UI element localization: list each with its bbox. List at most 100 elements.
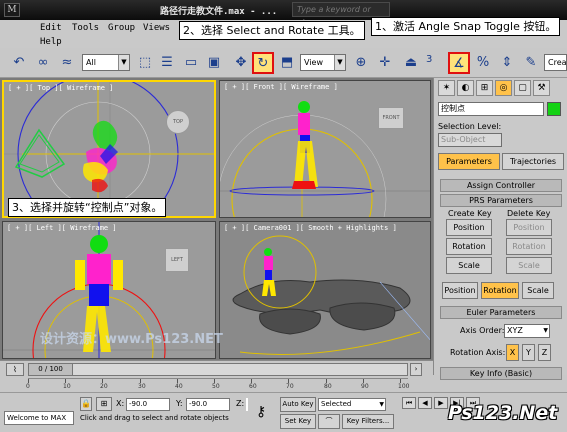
ruler-tick-label: 0 [26, 383, 30, 390]
time-slider[interactable]: 0 / 100 [28, 363, 408, 376]
lock-selection-icon[interactable]: 🔒 [80, 397, 92, 411]
select-by-name-icon[interactable]: ☰ [156, 52, 178, 74]
select-and-move-icon[interactable]: ✥ [230, 52, 252, 74]
x-label: X: [116, 399, 125, 408]
axis-order-dropdown[interactable]: XYZ ▼ [504, 324, 550, 338]
rotation-axis-z-button[interactable]: Z [538, 344, 551, 361]
viewcube-left[interactable]: LEFT [165, 248, 189, 272]
search-input[interactable]: Type a keyword or phrase [292, 2, 390, 27]
key-info-basic-rollout[interactable]: Key Info (Basic) [440, 367, 562, 380]
hierarchy-tab-icon[interactable]: ⊞ [476, 80, 493, 96]
euler-parameters-rollout[interactable]: Euler Parameters [440, 306, 562, 319]
edit-named-selection-icon[interactable]: ✎ [520, 52, 542, 74]
play-icon[interactable]: ▶ [434, 397, 448, 409]
select-and-rotate-icon[interactable]: ↻ [252, 52, 274, 74]
brand-watermark: Ps123.Net [448, 402, 558, 424]
prs-parameters-rollout[interactable]: PRS Parameters [440, 194, 562, 207]
mini-curve-editor-icon[interactable]: ⌇ [6, 363, 24, 376]
viewport-area: [ + ][ Top ][ Wireframe ] TOP [ + ][ Fro… [0, 78, 433, 360]
viewport-label-left[interactable]: [ + ][ Left ][ Wireframe ] [7, 224, 117, 232]
ruler-tick-label: 30 [138, 383, 146, 390]
select-and-scale-icon[interactable]: ⬒ [276, 52, 298, 74]
front-viewport-scene [220, 101, 430, 217]
create-key-label: Create Key [448, 209, 492, 218]
time-slider-thumb[interactable]: 0 / 100 [29, 364, 73, 375]
spinner-snap-icon[interactable]: ⇕ [496, 52, 518, 74]
undo-icon[interactable]: ↶ [8, 52, 30, 74]
rectangular-selection-icon[interactable]: ▭ [180, 52, 202, 74]
selected-dropdown[interactable]: Selected ▼ [318, 398, 386, 411]
z-coord-field[interactable] [246, 398, 248, 411]
delete-rotation-key-button[interactable]: Rotation [506, 238, 552, 255]
link-icon[interactable]: ∞ [32, 52, 54, 74]
scale-track-button[interactable]: Scale [522, 282, 554, 299]
percent-snap-icon[interactable]: % [472, 52, 494, 74]
motion-tab-icon[interactable]: ◎ [495, 80, 512, 96]
set-key-button[interactable]: Set Key [280, 414, 316, 429]
create-position-key-button[interactable]: Position [446, 219, 492, 236]
maxscript-listener[interactable]: Welcome to MAX [4, 411, 74, 425]
keyboard-shortcut-icon[interactable]: ⏏ [400, 52, 422, 74]
object-name-field[interactable]: 控制点 [438, 102, 544, 116]
menu-edit[interactable]: Edit [40, 23, 62, 33]
y-coord-field[interactable]: -90.0 [186, 398, 230, 411]
ruler-tick-label: 50 [212, 383, 220, 390]
named-selection-dropdown[interactable]: Crea [544, 54, 567, 71]
delete-position-key-button[interactable]: Position [506, 219, 552, 236]
pivot-center-icon[interactable]: ⊕ [350, 52, 372, 74]
viewport-camera[interactable]: [ + ][ Camera001 ][ Smooth + Highlights … [219, 221, 431, 359]
menu-tools[interactable]: Tools [72, 23, 99, 33]
selection-filter-value: All [86, 58, 96, 67]
delete-scale-key-button[interactable]: Scale [506, 257, 552, 274]
viewcube-top[interactable]: TOP [166, 110, 190, 134]
x-coord-field[interactable]: -90.0 [126, 398, 170, 411]
modify-tab-icon[interactable]: ◐ [457, 80, 474, 96]
menu-help[interactable]: Help [40, 37, 62, 47]
create-rotation-key-button[interactable]: Rotation [446, 238, 492, 255]
menu-group[interactable]: Group [108, 23, 135, 33]
auto-key-button[interactable]: Auto Key [280, 397, 316, 412]
delete-key-label: Delete Key [507, 209, 551, 218]
angle-snap-toggle-icon[interactable]: ∡ [448, 52, 470, 74]
position-track-button[interactable]: Position [442, 282, 478, 299]
utilities-tab-icon[interactable]: ⚒ [533, 80, 550, 96]
app-logo-icon[interactable]: M [4, 3, 20, 17]
viewport-front[interactable]: [ + ][ Front ][ Wireframe ] FRONT [219, 80, 431, 218]
sub-object-field[interactable]: Sub-Object [438, 133, 502, 147]
key-filters-button[interactable]: Key Filters... [342, 414, 394, 429]
select-manipulate-icon[interactable]: ✛ [374, 52, 396, 74]
reference-coord-dropdown[interactable]: View ▼ [300, 54, 346, 71]
display-tab-icon[interactable]: ▢ [514, 80, 531, 96]
viewport-label-front[interactable]: [ + ][ Front ][ Wireframe ] [224, 83, 338, 91]
previous-frame-icon[interactable]: ◀ [418, 397, 432, 409]
absolute-mode-icon[interactable]: ⊞ [96, 397, 112, 411]
menu-views[interactable]: Views [143, 23, 170, 33]
go-to-start-icon[interactable]: ⏮ [402, 397, 416, 409]
selection-level-label: Selection Level: [438, 122, 502, 131]
create-tab-icon[interactable]: ✶ [438, 80, 455, 96]
window-title: 路径行走教文件.max - ... [160, 7, 278, 17]
assign-controller-rollout[interactable]: Assign Controller [440, 179, 562, 192]
rotation-axis-y-button[interactable]: Y [522, 344, 535, 361]
trajectories-tab-button[interactable]: Trajectories [502, 153, 564, 170]
frame-ruler[interactable]: 0 10 20 30 40 50 60 70 80 90 100 [26, 378, 409, 390]
selection-filter-dropdown[interactable]: All ▼ [82, 54, 130, 71]
default-in-out-tangents-icon[interactable]: ⌒ [318, 414, 340, 429]
create-scale-key-button[interactable]: Scale [446, 257, 492, 274]
viewport-label-top[interactable]: [ + ][ Top ][ Wireframe ] [8, 84, 113, 92]
rotation-axis-label: Rotation Axis: [450, 348, 506, 357]
bind-spacewarp-icon[interactable]: ≈ [56, 52, 78, 74]
ruler-tick-label: 70 [286, 383, 294, 390]
chevron-down-icon: ▼ [379, 401, 384, 408]
object-color-swatch[interactable] [547, 102, 561, 116]
window-crossing-icon[interactable]: ▣ [203, 52, 225, 74]
rotation-track-button[interactable]: Rotation [481, 282, 519, 299]
rotation-axis-x-button[interactable]: X [506, 344, 519, 361]
next-frame-icon[interactable]: › [410, 363, 422, 376]
key-icon[interactable]: ⚷ [256, 404, 266, 420]
parameters-tab-button[interactable]: Parameters [438, 153, 500, 170]
select-object-icon[interactable]: ⬚ [134, 52, 156, 74]
viewcube-front[interactable]: FRONT [378, 107, 404, 129]
selected-value: Selected [321, 400, 352, 408]
viewport-label-camera[interactable]: [ + ][ Camera001 ][ Smooth + Highlights … [224, 224, 397, 232]
